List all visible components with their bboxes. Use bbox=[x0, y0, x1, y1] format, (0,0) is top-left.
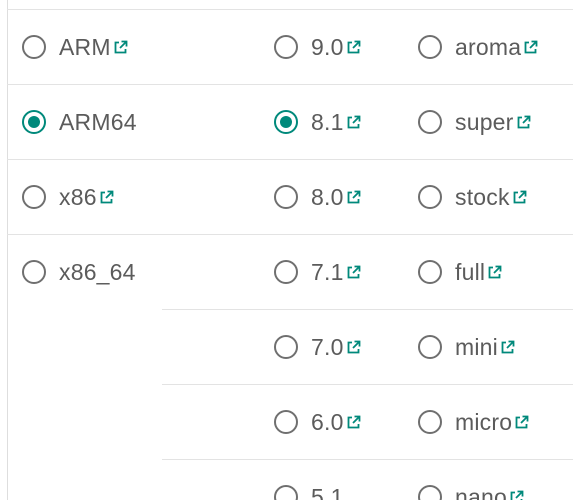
android-version-option-7-1[interactable]: 7.1 bbox=[274, 255, 361, 289]
row-divider bbox=[162, 309, 573, 310]
row-divider bbox=[162, 384, 573, 385]
variant-option-aroma[interactable]: aroma bbox=[418, 30, 538, 64]
option-label: 6.0 bbox=[311, 408, 344, 435]
android-version-option-8-0[interactable]: 8.0 bbox=[274, 180, 361, 214]
external-link-icon[interactable] bbox=[346, 340, 361, 355]
platform-option-arm[interactable]: ARM bbox=[22, 30, 128, 64]
variant-option-nano[interactable]: nano bbox=[418, 480, 524, 500]
radio-button-icon[interactable] bbox=[418, 185, 442, 209]
external-link-icon[interactable] bbox=[500, 340, 515, 355]
external-link-icon[interactable] bbox=[346, 40, 361, 55]
option-label: full bbox=[455, 258, 486, 285]
download-options-panel: ARM ARM64 x86 x86_64 9.0 8.1 8.0 7.1 7.0 6.0 5.1 … bbox=[0, 0, 573, 500]
row-divider bbox=[7, 9, 573, 10]
row-divider bbox=[162, 459, 573, 460]
radio-button-icon[interactable] bbox=[418, 485, 442, 500]
option-label: 5.1 bbox=[311, 483, 344, 500]
option-label: x86_64 bbox=[59, 258, 136, 285]
radio-button-icon[interactable] bbox=[418, 410, 442, 434]
radio-button-icon[interactable] bbox=[274, 260, 298, 284]
radio-button-icon[interactable] bbox=[22, 110, 46, 134]
option-label: mini bbox=[455, 333, 498, 360]
option-label: aroma bbox=[455, 33, 522, 60]
panel-left-border bbox=[7, 0, 8, 500]
radio-button-icon[interactable] bbox=[22, 185, 46, 209]
radio-button-icon[interactable] bbox=[274, 35, 298, 59]
variant-option-micro[interactable]: micro bbox=[418, 405, 529, 439]
radio-button-icon[interactable] bbox=[22, 260, 46, 284]
android-version-option-7-0[interactable]: 7.0 bbox=[274, 330, 361, 364]
radio-button-icon[interactable] bbox=[274, 410, 298, 434]
option-label: 9.0 bbox=[311, 33, 344, 60]
option-label: stock bbox=[455, 183, 510, 210]
radio-button-icon[interactable] bbox=[418, 260, 442, 284]
radio-button-icon[interactable] bbox=[274, 110, 298, 134]
option-label: 8.0 bbox=[311, 183, 344, 210]
external-link-icon[interactable] bbox=[512, 190, 527, 205]
row-divider bbox=[7, 159, 573, 160]
external-link-icon[interactable] bbox=[346, 190, 361, 205]
android-version-option-6-0[interactable]: 6.0 bbox=[274, 405, 361, 439]
variant-option-super[interactable]: super bbox=[418, 105, 531, 139]
option-label: 8.1 bbox=[311, 108, 344, 135]
radio-button-icon[interactable] bbox=[274, 485, 298, 500]
radio-button-icon[interactable] bbox=[22, 35, 46, 59]
platform-option-x86[interactable]: x86 bbox=[22, 180, 114, 214]
option-label: ARM64 bbox=[59, 108, 137, 135]
row-divider bbox=[7, 234, 573, 235]
option-label: 7.0 bbox=[311, 333, 344, 360]
option-label: micro bbox=[455, 408, 513, 435]
external-link-icon[interactable] bbox=[516, 115, 531, 130]
variant-option-mini[interactable]: mini bbox=[418, 330, 515, 364]
variant-option-full[interactable]: full bbox=[418, 255, 502, 289]
option-label: ARM bbox=[59, 33, 111, 60]
external-link-icon[interactable] bbox=[99, 190, 114, 205]
external-link-icon[interactable] bbox=[514, 415, 529, 430]
android-version-option-5-1[interactable]: 5.1 bbox=[274, 480, 344, 500]
option-label: 7.1 bbox=[311, 258, 344, 285]
radio-button-icon[interactable] bbox=[274, 335, 298, 359]
android-version-option-9-0[interactable]: 9.0 bbox=[274, 30, 361, 64]
android-version-option-8-1[interactable]: 8.1 bbox=[274, 105, 361, 139]
radio-button-icon[interactable] bbox=[418, 335, 442, 359]
external-link-icon[interactable] bbox=[487, 265, 502, 280]
platform-option-arm64[interactable]: ARM64 bbox=[22, 105, 137, 139]
variant-option-stock[interactable]: stock bbox=[418, 180, 527, 214]
radio-button-icon[interactable] bbox=[418, 110, 442, 134]
option-label: super bbox=[455, 108, 514, 135]
row-divider bbox=[7, 84, 573, 85]
external-link-icon[interactable] bbox=[346, 265, 361, 280]
external-link-icon[interactable] bbox=[523, 40, 538, 55]
option-label: x86 bbox=[59, 183, 97, 210]
external-link-icon[interactable] bbox=[509, 490, 524, 500]
platform-option-x86-64[interactable]: x86_64 bbox=[22, 255, 136, 289]
option-label: nano bbox=[455, 483, 507, 500]
external-link-icon[interactable] bbox=[346, 115, 361, 130]
external-link-icon[interactable] bbox=[346, 415, 361, 430]
external-link-icon[interactable] bbox=[113, 40, 128, 55]
radio-button-icon[interactable] bbox=[418, 35, 442, 59]
radio-button-icon[interactable] bbox=[274, 185, 298, 209]
